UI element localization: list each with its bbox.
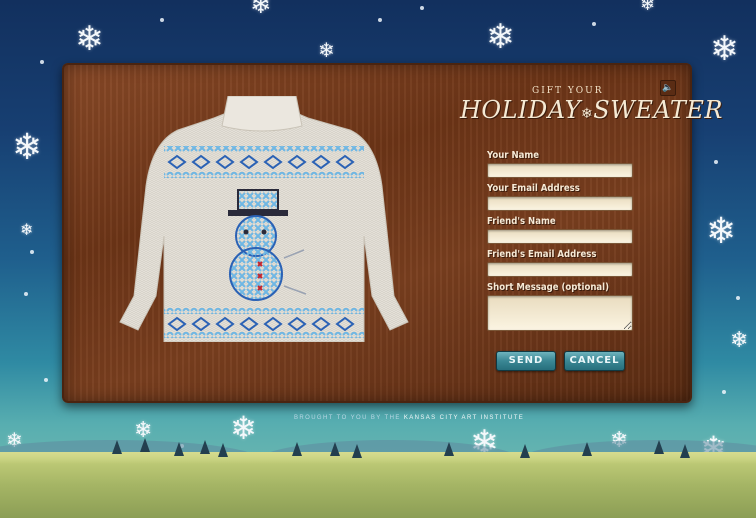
- snowflake-icon: ❄: [486, 17, 515, 57]
- snowflake-icon: ❄: [12, 127, 43, 168]
- pine-tree-icon: [112, 440, 122, 454]
- logo-title-left: HOLIDAY: [460, 96, 581, 124]
- snowflake-icon: ❄: [730, 328, 749, 353]
- gift-form: Your Name Your Email Address Friend's Na…: [487, 150, 637, 336]
- snow-dot: [160, 18, 164, 22]
- friend-email-label: Friend's Email Address: [487, 249, 597, 260]
- your-name-input[interactable]: [487, 163, 633, 178]
- speaker-icon: 🔈: [662, 83, 674, 93]
- snowflake-icon: ❄: [250, 0, 272, 20]
- snowy-ground: [0, 452, 756, 518]
- pine-tree-icon: [520, 444, 530, 458]
- logo-title: HOLIDAY❄SWEATER: [460, 96, 723, 124]
- snowflake-icon: ❄: [20, 220, 34, 239]
- your-name-label: Your Name: [487, 150, 540, 161]
- snow-dot: [378, 18, 382, 22]
- pine-tree-icon: [140, 438, 150, 452]
- credit-line: BROUGHT TO YOU BY THE KANSAS CITY ART IN…: [294, 415, 524, 421]
- friend-name-label: Friend's Name: [487, 216, 556, 227]
- snow-dot: [44, 378, 48, 382]
- snowflake-icon: ❄: [318, 38, 335, 62]
- snow-dot: [30, 250, 34, 254]
- snowflake-icon: ❄: [706, 211, 737, 252]
- sweater-collar: [221, 95, 303, 132]
- snowflake-icon: ❄: [580, 106, 594, 122]
- snow-dot: [736, 296, 740, 300]
- pine-tree-icon: [352, 444, 362, 458]
- pine-tree-icon: [582, 442, 592, 456]
- pine-tree-icon: [654, 440, 664, 454]
- sweater-svg: [119, 95, 409, 343]
- snowflake-icon: ❄: [230, 409, 257, 447]
- friend-name-input[interactable]: [487, 229, 633, 244]
- snow-dot: [714, 160, 718, 164]
- pine-tree-icon: [218, 443, 228, 457]
- snow-dot: [24, 292, 28, 296]
- snow-dot: [722, 390, 726, 394]
- snowflake-icon: ❄: [75, 19, 104, 59]
- send-button[interactable]: SEND: [496, 351, 556, 371]
- pine-tree-icon: [292, 442, 302, 456]
- sound-toggle-button[interactable]: 🔈: [660, 80, 676, 96]
- pine-tree-icon: [444, 442, 454, 456]
- logo-tagline: GIFT YOUR: [532, 86, 604, 96]
- snowflake-icon: ❄: [640, 0, 656, 15]
- cancel-button[interactable]: CANCEL: [564, 351, 625, 371]
- your-email-input[interactable]: [487, 196, 633, 211]
- credit-org-link[interactable]: KANSAS CITY ART INSTITUTE: [404, 415, 524, 421]
- snow-dot: [40, 60, 44, 64]
- snow-dot: [592, 22, 596, 26]
- sweater-illustration: [94, 95, 444, 343]
- snowflake-icon: ❄: [710, 29, 739, 69]
- snow-dot: [420, 6, 424, 10]
- pine-tree-icon: [680, 444, 690, 458]
- pine-tree-icon: [174, 442, 184, 456]
- pine-tree-icon: [330, 442, 340, 456]
- friend-email-input[interactable]: [487, 262, 633, 277]
- logo-title-right: SWEATER: [593, 96, 723, 124]
- holiday-sweater-logo: GIFT YOUR HOLIDAY❄SWEATER: [460, 86, 722, 136]
- message-label: Short Message (optional): [487, 282, 609, 293]
- your-email-label: Your Email Address: [487, 183, 580, 194]
- message-textarea[interactable]: [487, 295, 633, 331]
- credit-prefix: BROUGHT TO YOU BY THE: [294, 415, 401, 421]
- pine-tree-icon: [200, 440, 210, 454]
